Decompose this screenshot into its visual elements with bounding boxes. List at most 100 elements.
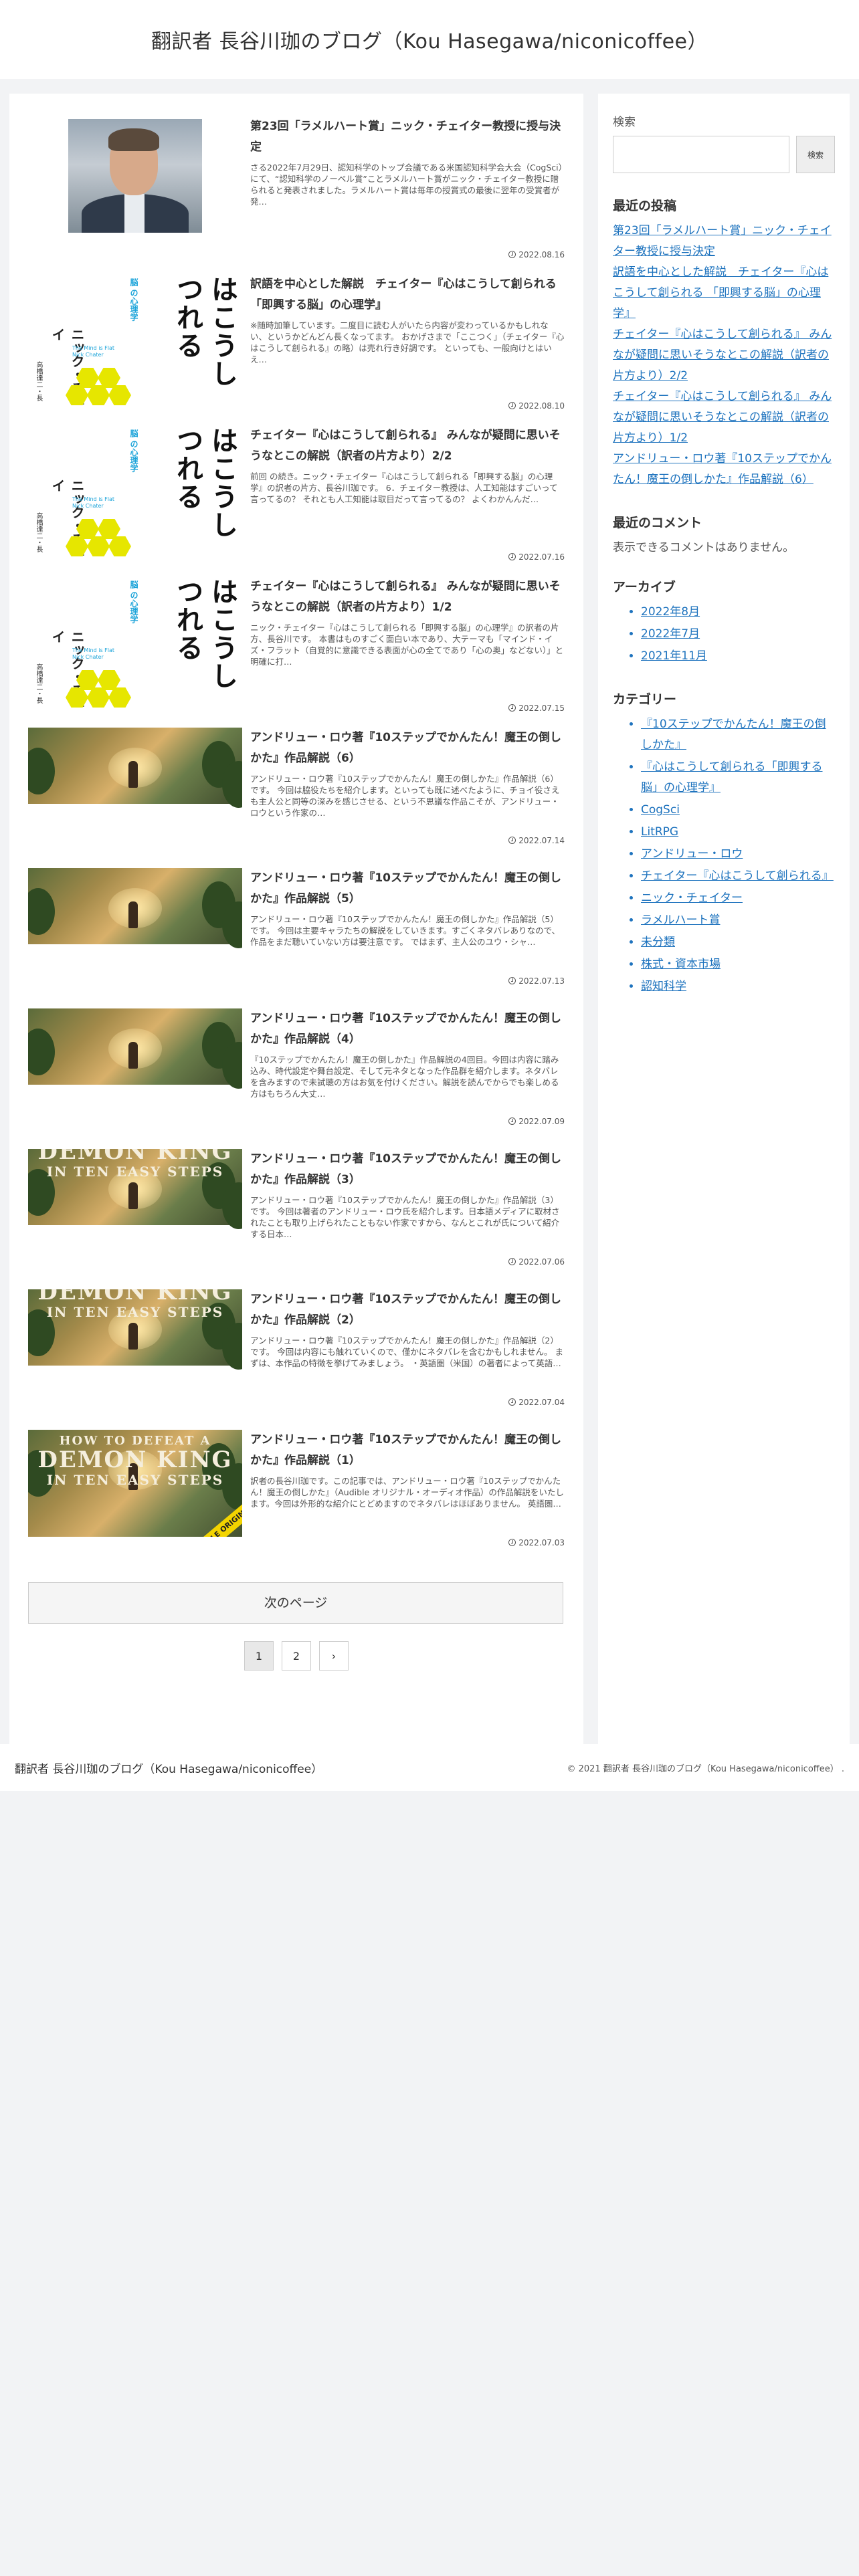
post-title-link[interactable]: アンドリュー・ロウ著『10ステップでかんたん！魔王の倒しかた』作品解説（5） [250,868,565,909]
post-card: はこうし つれる脳 の心理学 ニック・チェイ 高橋達二・長 The Mind is F… [28,576,565,728]
post-excerpt: 前回 の続き。ニック・チェイター『心はこうして創られる「即興する脳」の心理学』の… [250,471,558,504]
category-link[interactable]: ラメルハート賞 [641,914,721,927]
post-title-link[interactable]: チェイター『心はこうして創られる』 みんなが疑問に思いそうなとこの解説（訳者の片… [250,576,565,618]
book-cover: はこうし つれる脳 の心理学 ニック・チェイ 高橋達二・長 The Mind is F… [28,576,242,710]
archive-link[interactable]: 2022年8月 [641,605,700,619]
category-link[interactable]: 『10ステップでかんたん！魔王の倒しかた』 [641,718,826,752]
post-body: アンドリュー・ロウ著『10ステップでかんたん！魔王の倒しかた』作品解説（3） アン… [242,1149,565,1289]
post-thumbnail[interactable]: DEMON KING IN TEN EASY STEPS [28,1289,242,1396]
recent-post-link[interactable]: 訳語を中心とした解説 チェイター『心はこうして創られる 「即興する脳」の心理学』 [613,262,835,324]
page-2-link[interactable]: 2 [282,1641,311,1671]
photo-hair [108,128,159,151]
post-body: 訳語を中心とした解説 チェイター『心はこうして創られる 「即興する脳」の心理学』… [242,274,565,425]
category-item: 認知科学 [641,976,835,997]
cover-tree [28,1029,55,1075]
cover-logo: DEMON KING IN TEN EASY STEPS [28,1289,242,1320]
category-link[interactable]: 株式・資本市場 [641,958,721,971]
post-date-text: 2022.07.15 [518,704,565,713]
post-card: はこうし つれる脳 の心理学 ニック・チェイ 高橋達二・長 The Mind is F… [28,425,565,576]
post-thumbnail[interactable]: はこうし つれる脳 の心理学 ニック・チェイ 高橋達二・長 The Mind is F… [28,274,242,425]
cover-hexagon [98,670,120,690]
recent-comments-title: 最近のコメント [613,516,702,530]
post-card: 第23回「ラメルハート賞」ニック・チェイター教授に授与決定 さる2022年7月29… [28,116,565,274]
clock-icon [508,837,516,844]
post-thumbnail[interactable] [28,116,242,267]
category-link[interactable]: LitRPG [641,825,678,839]
post-thumbnail[interactable]: DEMON KING IN TEN EASY STEPS [28,1149,242,1256]
post-thumbnail[interactable] [28,1008,242,1115]
category-item: 株式・資本市場 [641,954,835,975]
category-link[interactable]: ニック・チェイター [641,891,743,905]
post-card: アンドリュー・ロウ著『10ステップでかんたん！魔王の倒しかた』作品解説（6） アン… [28,728,565,868]
footer-site-name: 翻訳者 長谷川珈のブログ（Kou Hasegawa/niconicoffee） [15,1762,323,1776]
post-date: 2022.07.16 [508,552,565,562]
clock-icon [508,553,516,560]
cover-hexagon [87,687,110,708]
audiobook-cover [28,1008,242,1089]
post-date-text: 2022.07.09 [518,1117,565,1126]
site-title[interactable]: 翻訳者 長谷川珈のブログ（Kou Hasegawa/niconicoffee） [151,25,708,54]
post-title-link[interactable]: アンドリュー・ロウ著『10ステップでかんたん！魔王の倒しかた』作品解説（4） [250,1008,565,1050]
cover-logo-main: DEMON KING [37,1149,233,1165]
recent-post-link[interactable]: チェイター『心はこうして創られる』 みんなが疑問に思いそうなとこの解説（訳者の片… [613,387,835,449]
category-link[interactable]: 未分類 [641,936,675,949]
cover-translator: 高橋達二・長 [35,663,42,704]
post-date: 2022.07.13 [508,976,565,986]
archive-link[interactable]: 2021年11月 [641,649,707,663]
category-link[interactable]: 認知科学 [641,980,686,993]
recent-post-link[interactable]: チェイター『心はこうして創られる』 みんなが疑問に思いそうなとこの解説（訳者の片… [613,324,835,387]
post-date: 2022.07.09 [508,1117,565,1126]
cover-hexagon [98,519,120,539]
audiobook-cover: HOW TO DEFEAT A DEMON KING IN TEN EASY STE… [28,1430,242,1537]
post-thumbnail[interactable]: はこうし つれる脳 の心理学 ニック・チェイ 高橋達二・長 The Mind is F… [28,576,242,728]
post-title-link[interactable]: 第23回「ラメルハート賞」ニック・チェイター教授に授与決定 [250,116,565,158]
category-link[interactable]: チェイター『心はこうして創られる』 [641,869,834,883]
post-thumbnail[interactable] [28,868,242,975]
recent-posts-widget: 最近の投稿 第23回「ラメルハート賞」ニック・チェイター教授に授与決定 訳語を中心… [613,196,835,490]
post-title-link[interactable]: アンドリュー・ロウ著『10ステップでかんたん！魔王の倒しかた』作品解説（3） [250,1149,565,1190]
cover-title: はこうし つれる [172,276,237,388]
post-card: アンドリュー・ロウ著『10ステップでかんたん！魔王の倒しかた』作品解説（5） アン… [28,868,565,1008]
cover-subtitle: 脳 の心理学 [129,580,138,624]
cover-tree [28,888,55,935]
post-thumbnail[interactable]: HOW TO DEFEAT A DEMON KING IN TEN EASY STE… [28,1430,242,1537]
category-item: ニック・チェイター [641,888,835,909]
category-link[interactable]: アンドリュー・ロウ [641,847,743,861]
category-item: 『心はこうして創られる「即興する脳」の心理学』 [641,757,835,798]
book-cover: はこうし つれる脳 の心理学 ニック・チェイ 高橋達二・長 The Mind is F… [28,274,242,408]
category-link[interactable]: CogSci [641,803,680,817]
next-arrow-link[interactable]: › [319,1641,349,1671]
post-thumbnail[interactable] [28,728,242,835]
cover-hero [128,1182,138,1209]
category-item: アンドリュー・ロウ [641,844,835,865]
post-excerpt: ※随時加筆しています。二度目に読む人がいたら内容が変わっているかもしれない、とい… [250,320,565,364]
cover-hero [128,1323,138,1350]
archive-link[interactable]: 2022年7月 [641,627,700,641]
post-body: チェイター『心はこうして創られる』 みんなが疑問に思いそうなとこの解説（訳者の片… [242,576,565,728]
clock-icon [508,1398,516,1406]
cover-logo-sub: IN TEN EASY STEPS [46,1164,224,1180]
search-input[interactable] [613,136,789,173]
post-date: 2022.08.16 [508,250,565,259]
post-card: DEMON KING IN TEN EASY STEPS アンドリュー・ロウ著『10… [28,1149,565,1289]
post-title-link[interactable]: チェイター『心はこうして創られる』 みんなが疑問に思いそうなとこの解説（訳者の片… [250,425,565,467]
cover-logo: DEMON KING IN TEN EASY STEPS [28,1149,242,1180]
recent-post-link[interactable]: アンドリュー・ロウ著『10ステップでかんたん！魔王の倒しかた』作品解説（6） [613,449,835,490]
post-title-link[interactable]: アンドリュー・ロウ著『10ステップでかんたん！魔王の倒しかた』作品解説（6） [250,728,565,769]
next-page-button[interactable]: 次のページ [28,1582,563,1624]
category-link[interactable]: 『心はこうして創られる「即興する脳」の心理学』 [641,760,823,794]
post-thumbnail[interactable]: はこうし つれる脳 の心理学 ニック・チェイ 高橋達二・長 The Mind is F… [28,425,242,576]
post-title-link[interactable]: アンドリュー・ロウ著『10ステップでかんたん！魔王の倒しかた』作品解説（2） [250,1289,565,1331]
recent-post-link[interactable]: 第23回「ラメルハート賞」ニック・チェイター教授に授与決定 [613,221,835,262]
search-button[interactable]: 検索 [796,136,835,173]
post-card: DEMON KING IN TEN EASY STEPS アンドリュー・ロウ著『10… [28,1289,565,1430]
page-container: 第23回「ラメルハート賞」ニック・チェイター教授に授与決定 さる2022年7月29… [0,79,859,1756]
category-list: 『10ステップでかんたん！魔王の倒しかた』『心はこうして創られる「即興する脳」の… [613,714,835,997]
clock-icon [508,1539,516,1546]
post-title-link[interactable]: アンドリュー・ロウ著『10ステップでかんたん！魔王の倒しかた』作品解説（1） [250,1430,565,1471]
book-cover: はこうし つれる脳 の心理学 ニック・チェイ 高橋達二・長 The Mind is F… [28,425,242,559]
category-item: チェイター『心はこうして創られる』 [641,866,835,887]
post-title-link[interactable]: 訳語を中心とした解説 チェイター『心はこうして創られる 「即興する脳」の心理学』 [250,274,565,316]
post-card: アンドリュー・ロウ著『10ステップでかんたん！魔王の倒しかた』作品解説（4） 『1… [28,1008,565,1149]
archive-title: アーカイブ [613,580,676,595]
